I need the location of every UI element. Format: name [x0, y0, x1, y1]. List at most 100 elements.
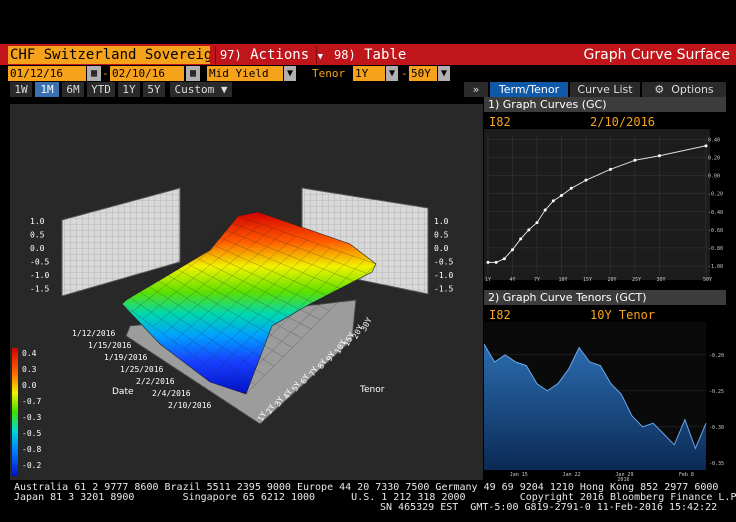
left-wall-tick: -1.0 — [30, 271, 49, 280]
table-label: Table — [364, 47, 407, 63]
left-wall-tick: 0.0 — [30, 244, 45, 253]
curve-point[interactable] — [704, 144, 708, 148]
curve-point[interactable] — [494, 260, 498, 264]
curve-point[interactable] — [486, 260, 490, 264]
date-tick-label: 1/12/2016 — [72, 329, 116, 338]
period-1y-button[interactable]: 1Y — [118, 82, 140, 97]
period-5y-button[interactable]: 5Y — [143, 82, 165, 97]
tenor-to-select[interactable]: 50Y — [409, 66, 437, 81]
curve-point[interactable] — [657, 154, 661, 158]
tenor-tick-label: 30Y — [359, 316, 374, 333]
curve-tenors-panel[interactable]: I82 10Y Tenor -0.20 -0.25 -0.30 -0.35 Jan 1… — [484, 306, 726, 482]
period-ytd-button[interactable]: YTD — [87, 82, 115, 97]
y-tick-label: 0.40 — [708, 138, 720, 144]
y-tick-label: -0.30 — [709, 425, 724, 431]
curve-tenors-header[interactable]: 2) Graph Curve Tenors (GCT) — [484, 290, 726, 305]
actions-button[interactable]: 97) Actions ▼ — [215, 46, 323, 64]
surface-chart-panel[interactable]: 0.4 0.3 0.0 -0.7 -0.3 -0.5 -0.8 -0.2 1.0 0.5 0.0 -… — [10, 104, 483, 480]
date-tick-label: 2/10/2016 — [168, 401, 212, 410]
x-tick-label: 4Y — [509, 277, 515, 283]
table-number: 98) — [334, 48, 356, 62]
curve-date: 2/10/2016 — [590, 115, 656, 129]
x-tick-label: 10Y — [558, 277, 567, 283]
chevron-down-icon[interactable]: ▼ — [284, 66, 296, 81]
tenor-history-chart: -0.20-0.25-0.30-0.35 Jan 15 Jan 22 Jan 29 F… — [484, 322, 724, 482]
actions-label: Actions — [250, 47, 310, 63]
y-tick-label: -0.35 — [709, 461, 724, 467]
actions-number: 97) — [220, 48, 242, 62]
right-wall-tick: 0.0 — [434, 244, 449, 253]
period-6m-button[interactable]: 6M — [62, 82, 84, 97]
curve-point[interactable] — [519, 237, 523, 241]
yield-curve-chart: 0.40 0.20 0.00 -0.20 -0.40 -0.60 -0.80 -1.00 1Y… — [484, 129, 723, 283]
y-tick-label: -0.60 — [708, 228, 723, 234]
x-tick-label: 20Y — [607, 277, 616, 283]
y-tick-label: -1.00 — [708, 264, 723, 270]
period-1w-button[interactable]: 1W — [10, 82, 32, 97]
date-tick-label: 2/4/2016 — [152, 389, 191, 398]
options-button[interactable]: ⚙ Options — [642, 82, 726, 97]
tenor-axis-label: Tenor — [359, 385, 385, 395]
left-wall-tick: 0.5 — [30, 231, 45, 240]
x-tick-label: 50Y — [703, 277, 712, 283]
color-scale-label: -0.3 — [22, 413, 41, 422]
right-wall-tick: -1.5 — [434, 285, 453, 294]
chevron-down-icon[interactable]: ▼ — [386, 66, 398, 81]
curve-point[interactable] — [551, 199, 555, 203]
calendar-icon[interactable]: ▦ — [87, 66, 101, 81]
color-scale-label: 0.4 — [22, 349, 37, 358]
curve-point[interactable] — [527, 228, 531, 232]
calendar-icon[interactable]: ▦ — [186, 66, 200, 81]
date-axis-label: Date — [112, 387, 134, 397]
curve-point[interactable] — [535, 221, 539, 225]
curve-point[interactable] — [584, 178, 588, 182]
left-wall-tick: -0.5 — [30, 258, 49, 267]
color-scale-label: 0.0 — [22, 381, 37, 390]
tab-curve-list[interactable]: Curve List — [570, 82, 640, 97]
options-label: Options — [671, 83, 714, 96]
graph-curves-header[interactable]: 1) Graph Curves (GC) — [484, 97, 726, 112]
date-tick-label: 2/2/2016 — [136, 377, 175, 386]
dropdown-arrow-icon: ▼ — [317, 52, 323, 62]
color-scale-label: -0.2 — [22, 461, 41, 470]
curve-point[interactable] — [569, 186, 573, 190]
curve-ticker: I82 — [489, 115, 511, 129]
date-tick-label: 1/15/2016 — [88, 341, 132, 350]
security-field[interactable]: CHF Switzerland Sovereign Cu — [8, 46, 210, 64]
x-tick-label: 7Y — [534, 277, 540, 283]
curve-point[interactable] — [633, 158, 637, 162]
custom-period-button[interactable]: Custom ▼ — [170, 82, 232, 97]
y-tick-label: 0.00 — [708, 174, 720, 180]
tenor-ticker: I82 — [489, 308, 511, 322]
x-tick-label: 15Y — [583, 277, 592, 283]
y-tick-label: -0.25 — [709, 389, 724, 395]
gear-icon: ⚙ — [654, 83, 665, 96]
date-tick-label: 1/25/2016 — [120, 365, 164, 374]
x-tick-label: Jan 22 — [563, 472, 581, 478]
y-tick-label: -0.20 — [709, 353, 724, 359]
table-button[interactable]: 98) Table — [330, 46, 426, 64]
curve-point[interactable] — [608, 167, 612, 171]
curve-point[interactable] — [559, 194, 563, 198]
start-date-field[interactable]: 01/12/16 — [8, 66, 86, 81]
x-tick-label: Feb 8 — [679, 472, 694, 478]
left-wall-tick: 1.0 — [30, 217, 45, 226]
yield-type-select[interactable]: Mid Yield — [207, 66, 283, 81]
y-tick-label: -0.40 — [708, 210, 723, 216]
expand-icon[interactable]: » — [464, 82, 488, 97]
chevron-down-icon[interactable]: ▼ — [438, 66, 450, 81]
tab-term-tenor[interactable]: Term/Tenor — [490, 82, 568, 97]
tenor-title: 10Y Tenor — [590, 308, 656, 322]
surface-chart: 0.4 0.3 0.0 -0.7 -0.3 -0.5 -0.8 -0.2 1.0 0.5 0.0 -… — [12, 187, 453, 476]
color-scale-label: -0.5 — [22, 429, 41, 438]
curve-point[interactable] — [510, 248, 514, 252]
color-scale-label: 0.3 — [22, 365, 37, 374]
period-1m-button[interactable]: 1M — [35, 82, 59, 97]
end-date-field[interactable]: 02/10/16 — [110, 66, 184, 81]
color-scale-label: -0.7 — [22, 397, 41, 406]
tenor-from-select[interactable]: 1Y — [353, 66, 385, 81]
curve-point[interactable] — [543, 208, 547, 212]
right-wall-tick: -1.0 — [434, 271, 453, 280]
curve-point[interactable] — [502, 257, 506, 261]
graph-curves-panel[interactable]: I82 2/10/2016 0.40 0.20 0.00 -0.20 -0.40 -0.6… — [484, 113, 726, 289]
